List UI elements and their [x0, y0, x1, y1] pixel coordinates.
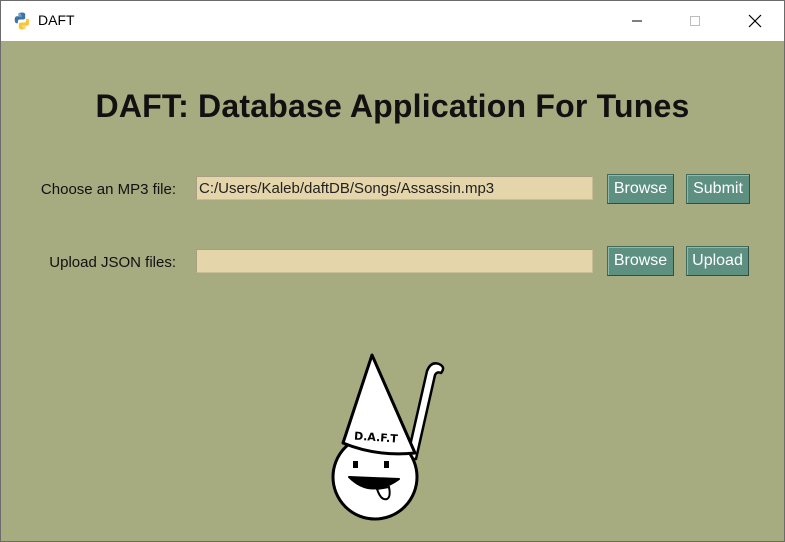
- minimize-button[interactable]: [608, 1, 666, 41]
- close-button[interactable]: [726, 1, 784, 41]
- mp3-file-label: Choose an MP3 file:: [40, 181, 176, 198]
- app-window: DAFT DAFT: Database Application For Tune…: [0, 0, 785, 542]
- maximize-button[interactable]: [666, 1, 724, 41]
- window-title: DAFT: [38, 12, 75, 28]
- json-path-input[interactable]: [196, 249, 593, 273]
- mp3-path-input[interactable]: [196, 176, 593, 200]
- submit-button[interactable]: Submit: [686, 174, 750, 204]
- minimize-icon: [632, 20, 642, 22]
- upload-button[interactable]: Upload: [686, 246, 749, 276]
- close-icon: [748, 14, 762, 28]
- daft-mascot-logo: D.A.F.T: [331, 353, 445, 521]
- browse-json-button[interactable]: Browse: [607, 246, 674, 276]
- browse-mp3-button[interactable]: Browse: [607, 174, 674, 204]
- page-title: DAFT: Database Application For Tunes: [95, 88, 690, 124]
- maximize-icon: [690, 16, 700, 26]
- json-files-label: Upload JSON files:: [49, 254, 176, 271]
- python-icon: [14, 12, 30, 30]
- title-bar[interactable]: DAFT: [1, 1, 784, 41]
